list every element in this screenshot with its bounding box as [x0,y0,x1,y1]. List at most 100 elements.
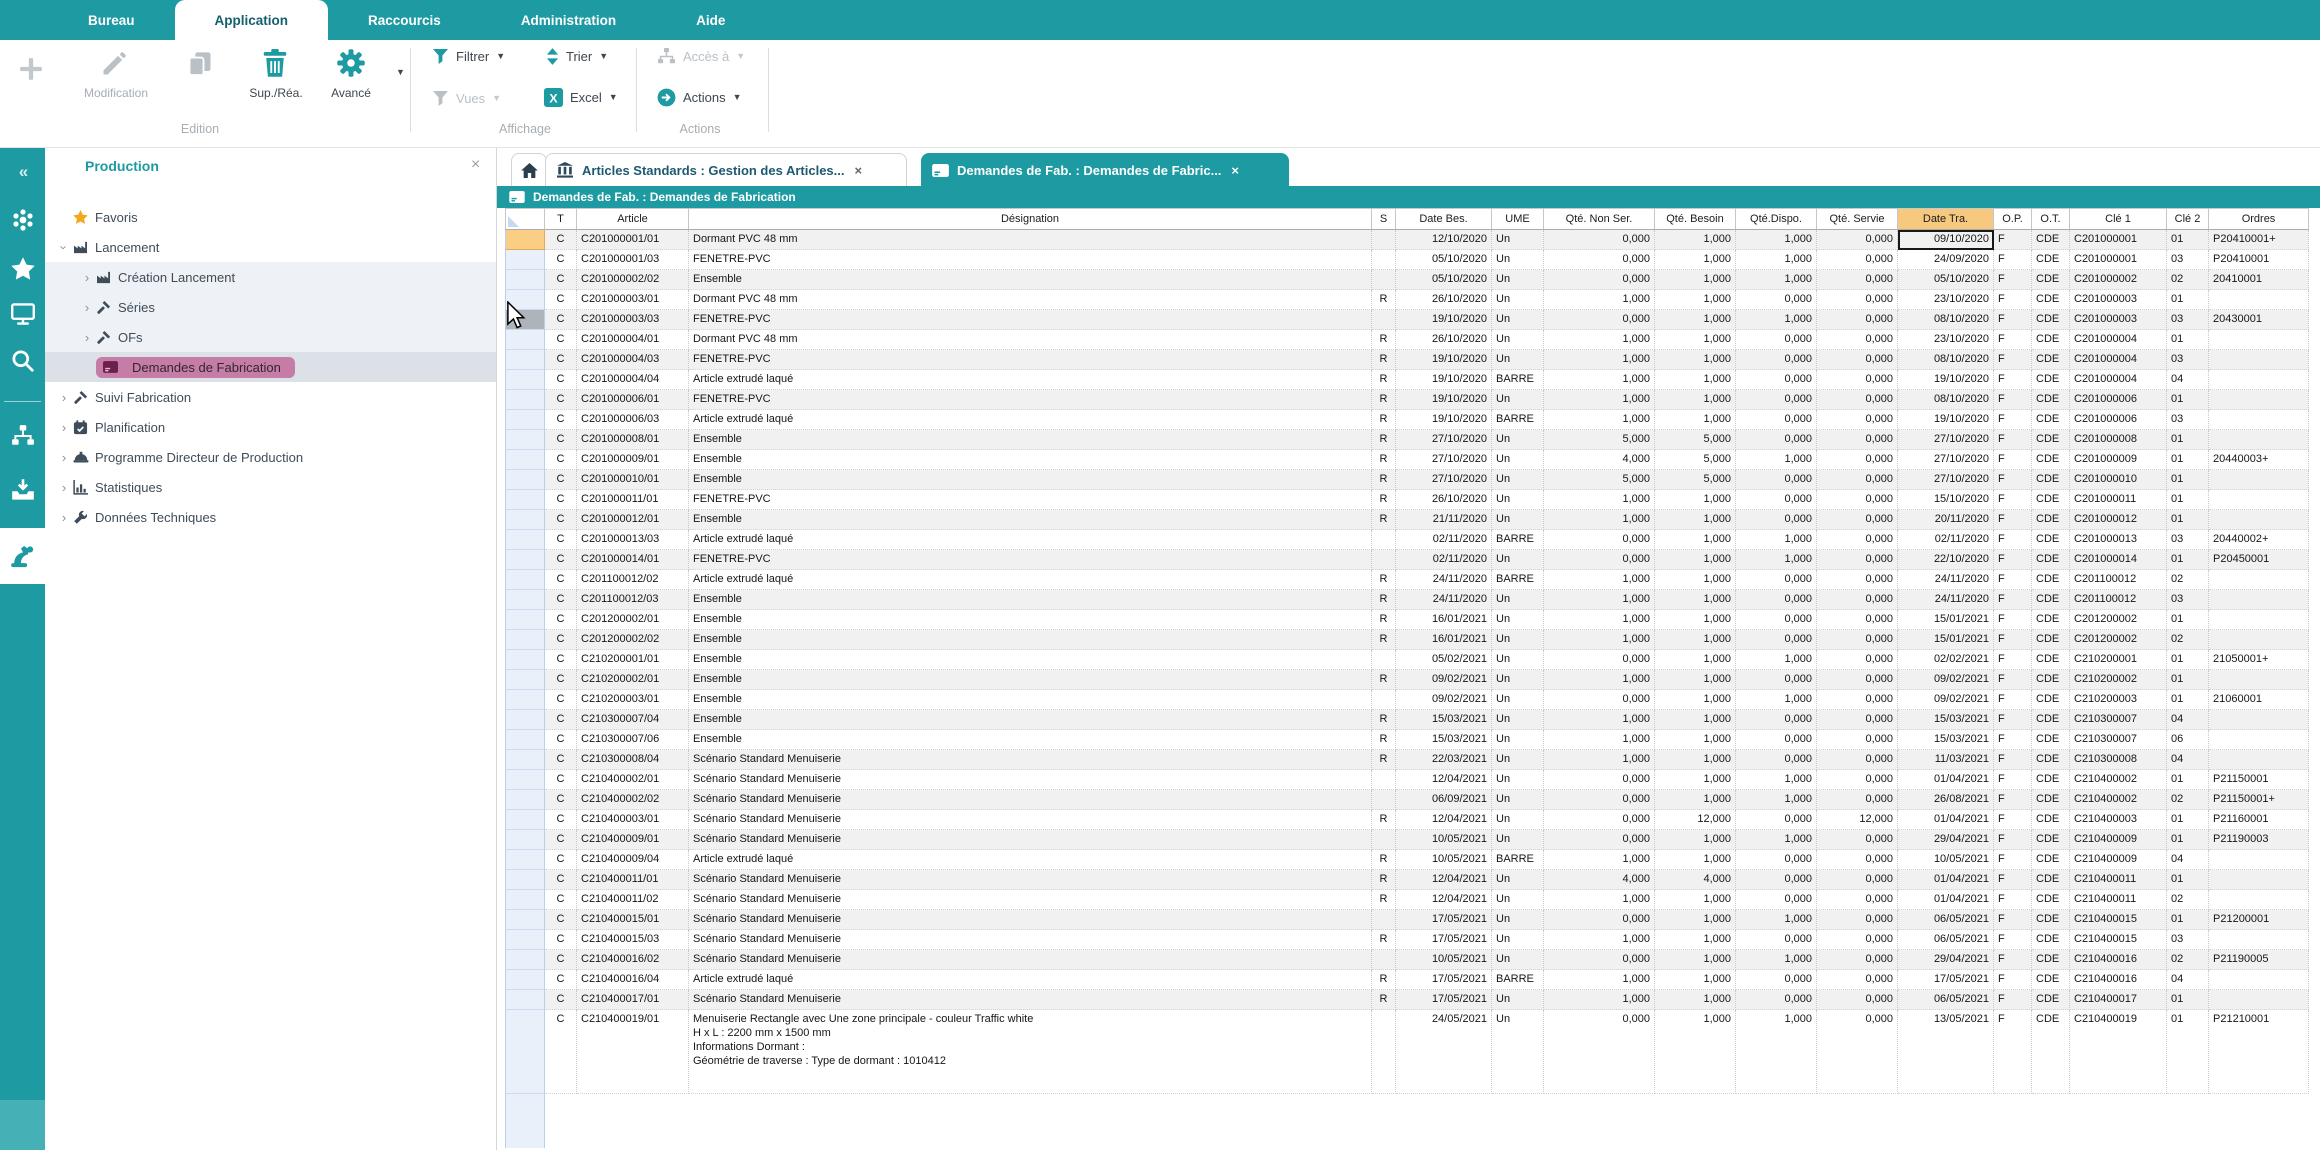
cell-cle-2[interactable]: 01 [2167,230,2209,250]
cell-article[interactable]: C210400002/01 [577,770,689,790]
cell-t[interactable]: C [545,290,577,310]
cell-date-tra[interactable]: 09/02/2021 [1898,690,1994,710]
row-selector[interactable] [505,250,545,270]
cell-qte-dispo[interactable]: 1,000 [1736,310,1817,330]
cell-qte-servie[interactable]: 0,000 [1817,290,1898,310]
cell-article[interactable]: C210400016/02 [577,950,689,970]
cell-ume[interactable]: BARRE [1492,970,1544,990]
cell-cle-2[interactable]: 06 [2167,730,2209,750]
cell-qte-servie[interactable]: 0,000 [1817,390,1898,410]
cell-date-tra[interactable]: 19/10/2020 [1898,370,1994,390]
cell-cle-1[interactable]: C201100012 [2070,590,2167,610]
row-selector[interactable] [505,630,545,650]
cell-date-tra[interactable]: 26/08/2021 [1898,790,1994,810]
cell-t[interactable]: C [545,530,577,550]
cell-ume[interactable]: BARRE [1492,410,1544,430]
cell-o-t[interactable]: CDE [2032,390,2070,410]
cell-qte-non-ser[interactable]: 0,000 [1544,270,1655,290]
cell-date-tra[interactable]: 19/10/2020 [1898,410,1994,430]
cell-qte-besoin[interactable]: 12,000 [1655,810,1736,830]
cell-ordres[interactable] [2209,290,2309,310]
row-selector[interactable] [505,350,545,370]
cell-t[interactable]: C [545,470,577,490]
cell-article[interactable]: C201000002/02 [577,270,689,290]
cell-qte-besoin[interactable]: 1,000 [1655,590,1736,610]
cell-date-tra[interactable]: 15/01/2021 [1898,610,1994,630]
cell-o-t[interactable]: CDE [2032,490,2070,510]
cell-o-t[interactable]: CDE [2032,410,2070,430]
cell-t[interactable]: C [545,570,577,590]
cell-ordres[interactable]: 21060001 [2209,690,2309,710]
cell-s[interactable]: R [1372,330,1396,350]
cell-qte-besoin[interactable]: 1,000 [1655,930,1736,950]
menu-item-application[interactable]: Application [175,0,329,40]
cell-ordres[interactable] [2209,970,2309,990]
cell-qte-dispo[interactable]: 1,000 [1736,650,1817,670]
cell-s[interactable]: R [1372,390,1396,410]
cell-o-t[interactable]: CDE [2032,350,2070,370]
cell-cle-1[interactable]: C201000001 [2070,230,2167,250]
cell-o-t[interactable]: CDE [2032,610,2070,630]
cell-ordres[interactable]: P20410001 [2209,250,2309,270]
cell-qte-besoin[interactable]: 1,000 [1655,770,1736,790]
cell-o-t[interactable]: CDE [2032,250,2070,270]
cell-qte-non-ser[interactable]: 5,000 [1544,470,1655,490]
cell-ordres[interactable]: 20430001 [2209,310,2309,330]
cell-cle-1[interactable]: C210200001 [2070,650,2167,670]
cell-date-bes[interactable]: 27/10/2020 [1396,470,1492,490]
cell-qte-besoin[interactable]: 1,000 [1655,790,1736,810]
cell-ume[interactable]: Un [1492,1010,1544,1094]
cell-qte-besoin[interactable]: 1,000 [1655,750,1736,770]
cell-o-t[interactable]: CDE [2032,430,2070,450]
cell-qte-dispo[interactable]: 0,000 [1736,470,1817,490]
cell-o-p[interactable]: F [1994,790,2032,810]
cell-cle-2[interactable]: 01 [2167,470,2209,490]
delete-button[interactable] [262,48,288,78]
cell-designation[interactable]: Menuiserie Rectangle avec Une zone princ… [689,1010,1372,1094]
row-selector[interactable] [505,590,545,610]
cell-qte-servie[interactable]: 0,000 [1817,650,1898,670]
sort-button[interactable]: Trier ▼ [546,48,608,65]
column-header-ordres[interactable]: Ordres [2209,208,2309,230]
cell-s[interactable]: R [1372,470,1396,490]
row-selector[interactable] [505,270,545,290]
select-all-corner[interactable] [505,208,545,230]
cell-o-t[interactable]: CDE [2032,870,2070,890]
cell-qte-dispo[interactable]: 1,000 [1736,790,1817,810]
cell-cle-1[interactable]: C210400002 [2070,770,2167,790]
cell-t[interactable]: C [545,1010,577,1094]
cell-date-bes[interactable]: 27/10/2020 [1396,450,1492,470]
cell-o-p[interactable]: F [1994,350,2032,370]
menu-item-aide[interactable]: Aide [656,0,765,40]
cell-o-p[interactable]: F [1994,530,2032,550]
cell-ume[interactable]: Un [1492,930,1544,950]
cell-date-bes[interactable]: 09/02/2021 [1396,690,1492,710]
cell-date-bes[interactable]: 12/10/2020 [1396,230,1492,250]
cell-qte-servie[interactable]: 0,000 [1817,950,1898,970]
cell-designation[interactable]: FENETRE-PVC [689,550,1372,570]
cell-date-tra[interactable]: 23/10/2020 [1898,290,1994,310]
cell-cle-2[interactable]: 01 [2167,290,2209,310]
cell-ordres[interactable] [2209,990,2309,1010]
row-selector[interactable] [505,550,545,570]
cell-cle-2[interactable]: 03 [2167,410,2209,430]
cell-date-tra[interactable]: 22/10/2020 [1898,550,1994,570]
row-selector[interactable] [505,770,545,790]
cell-date-tra[interactable]: 02/02/2021 [1898,650,1994,670]
cell-s[interactable]: R [1372,970,1396,990]
cell-qte-non-ser[interactable]: 0,000 [1544,250,1655,270]
cell-qte-dispo[interactable]: 0,000 [1736,750,1817,770]
cell-qte-besoin[interactable]: 5,000 [1655,430,1736,450]
cell-date-tra[interactable]: 08/10/2020 [1898,390,1994,410]
cell-qte-besoin[interactable]: 1,000 [1655,650,1736,670]
cell-o-t[interactable]: CDE [2032,330,2070,350]
cell-cle-1[interactable]: C201000004 [2070,350,2167,370]
cell-article[interactable]: C210400011/02 [577,890,689,910]
cell-ordres[interactable]: P21210001 [2209,1010,2309,1094]
cell-s[interactable] [1372,530,1396,550]
cell-qte-servie[interactable]: 0,000 [1817,710,1898,730]
cell-cle-1[interactable]: C210400011 [2070,870,2167,890]
cell-qte-dispo[interactable]: 0,000 [1736,890,1817,910]
cell-qte-besoin[interactable]: 5,000 [1655,470,1736,490]
cell-date-bes[interactable]: 19/10/2020 [1396,410,1492,430]
